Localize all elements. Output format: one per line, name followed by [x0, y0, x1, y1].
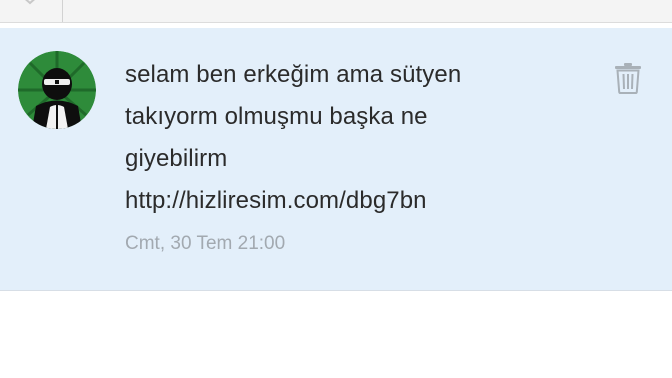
- top-bar: [0, 0, 672, 23]
- message-line: takıyorm olmuşmu başka ne: [125, 103, 428, 130]
- toolbar-divider: [62, 0, 63, 22]
- chevron-down-icon[interactable]: [20, 0, 40, 6]
- message-card[interactable]: selam ben erkeğim ama sütyen takıyorm ol…: [0, 28, 672, 291]
- message-link[interactable]: http://hizliresim.com/dbg7bn: [125, 180, 585, 222]
- trash-icon: [615, 63, 641, 94]
- delete-button[interactable]: [608, 58, 648, 98]
- message-timestamp: Cmt, 30 Tem 21:00: [125, 233, 286, 254]
- message-line: selam ben erkeğim ama sütyen: [125, 61, 462, 88]
- message-line: giyebilirm: [125, 145, 228, 172]
- message-text: selam ben erkeğim ama sütyen takıyorm ol…: [125, 54, 585, 222]
- empty-list-area: [0, 291, 672, 378]
- user-avatar-icon[interactable]: [18, 51, 96, 129]
